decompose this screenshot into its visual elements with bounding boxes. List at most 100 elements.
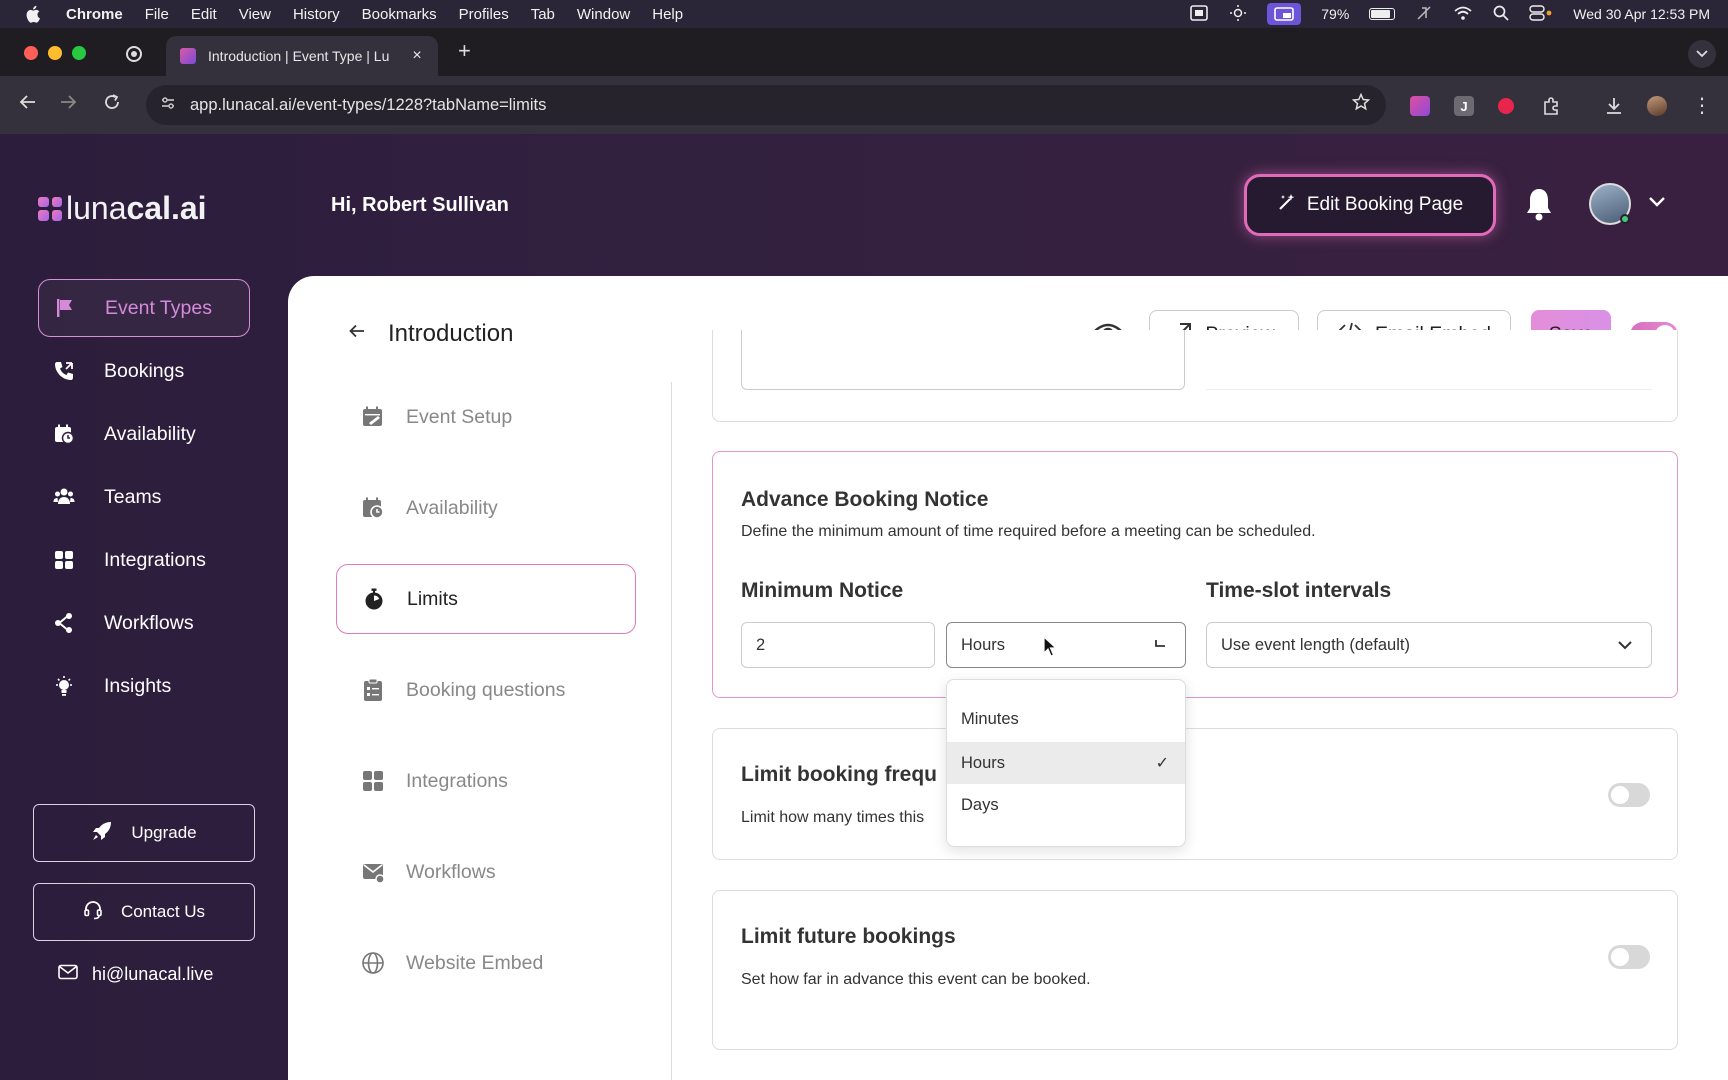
- extensions-puzzle-icon[interactable]: [1541, 96, 1561, 116]
- menu-file[interactable]: File: [145, 6, 169, 23]
- subnav-label: Limits: [407, 587, 458, 610]
- limit-future-bookings-card: Limit future bookings Set how far in adv…: [712, 890, 1678, 1050]
- dropdown-option-days[interactable]: Days: [947, 784, 1185, 826]
- notice-unit-select[interactable]: Hours: [946, 622, 1186, 668]
- subnav-item-booking-questions[interactable]: Booking questions: [336, 655, 636, 725]
- limit-future-toggle[interactable]: [1608, 945, 1650, 969]
- menu-app-name[interactable]: Chrome: [66, 6, 123, 23]
- checkmark-icon: ✓: [1155, 755, 1169, 772]
- sidebar-item-event-types[interactable]: Event Types: [38, 279, 250, 337]
- reload-icon[interactable]: [102, 92, 122, 117]
- rocket-icon: [91, 820, 113, 847]
- menu-view[interactable]: View: [239, 6, 271, 23]
- logo-text-light: luna: [66, 190, 127, 226]
- menu-bookmarks[interactable]: Bookmarks: [362, 6, 437, 23]
- mouse-pointer-icon: [1043, 635, 1058, 658]
- phone-icon: [52, 359, 76, 383]
- upgrade-button[interactable]: Upgrade: [33, 804, 255, 862]
- notice-unit-value: Hours: [961, 635, 1006, 654]
- spotlight-search-icon[interactable]: [1493, 5, 1509, 24]
- browser-tab-strip: Introduction | Event Type | Lu ×: [0, 28, 1728, 76]
- logo-text-bold: cal.ai: [126, 190, 207, 226]
- site-settings-icon[interactable]: [160, 95, 176, 115]
- notifications-bell-icon[interactable]: [1524, 186, 1554, 222]
- lunacal-extension-icon[interactable]: [1410, 96, 1430, 116]
- chevron-down-icon: [1617, 638, 1633, 655]
- back-icon[interactable]: [18, 92, 38, 117]
- grid-icon: [52, 548, 76, 572]
- back-arrow-icon[interactable]: [348, 322, 366, 346]
- subnav-item-website-embed[interactable]: Website Embed: [336, 928, 636, 998]
- minimize-window-icon[interactable]: [48, 46, 62, 60]
- forward-icon[interactable]: [58, 92, 78, 117]
- j-extension-icon[interactable]: J: [1454, 96, 1474, 116]
- sidebar-item-workflows[interactable]: Workflows: [38, 594, 250, 652]
- sidebar-item-insights[interactable]: Insights: [38, 657, 250, 715]
- edit-booking-page-button[interactable]: Edit Booking Page: [1244, 174, 1496, 236]
- profile-avatar-icon[interactable]: [1647, 96, 1667, 116]
- bookmark-star-icon[interactable]: [1351, 92, 1371, 117]
- control-center-icon[interactable]: [1529, 4, 1553, 24]
- battery-icon[interactable]: [1369, 8, 1396, 20]
- new-tab-button[interactable]: +: [458, 38, 471, 64]
- dropdown-option-hours[interactable]: Hours ✓: [947, 742, 1185, 784]
- screen-mirror-icon[interactable]: [1189, 4, 1209, 25]
- address-bar[interactable]: app.lunacal.ai/event-types/1228?tabName=…: [146, 85, 1386, 125]
- mute-icon[interactable]: [1415, 4, 1433, 25]
- minimum-notice-input[interactable]: 2: [741, 622, 935, 668]
- url-text[interactable]: app.lunacal.ai/event-types/1228?tabName=…: [190, 96, 546, 115]
- previous-input-field[interactable]: [741, 330, 1185, 390]
- menu-edit[interactable]: Edit: [191, 6, 217, 23]
- chrome-menu-icon[interactable]: ⋮: [1692, 96, 1712, 116]
- menu-profiles[interactable]: Profiles: [459, 6, 509, 23]
- tab-close-icon[interactable]: ×: [406, 47, 428, 65]
- dropdown-option-label: Days: [961, 795, 999, 814]
- record-extension-icon[interactable]: [1498, 98, 1514, 114]
- subnav-item-integrations[interactable]: Integrations: [336, 746, 636, 816]
- sidebar-item-label: Workflows: [104, 611, 194, 634]
- subnav-label: Website Embed: [406, 951, 544, 974]
- previous-settings-card: [712, 330, 1678, 422]
- sidebar-item-integrations[interactable]: Integrations: [38, 531, 250, 589]
- chevron-down-icon[interactable]: [1648, 192, 1666, 213]
- browser-tab-active[interactable]: Introduction | Event Type | Lu ×: [166, 36, 438, 76]
- subnav-item-availability[interactable]: Availability: [336, 473, 636, 543]
- menu-window[interactable]: Window: [577, 6, 630, 23]
- maximize-window-icon[interactable]: [72, 46, 86, 60]
- contact-us-button[interactable]: Contact Us: [33, 883, 255, 941]
- support-email-link[interactable]: hi@lunacal.live: [58, 964, 213, 985]
- limit-future-description: Set how far in advance this event can be…: [741, 971, 1091, 988]
- menu-tab[interactable]: Tab: [531, 6, 555, 23]
- screen-share-icon[interactable]: [1267, 3, 1302, 25]
- subnav-item-event-setup[interactable]: Event Setup: [336, 382, 636, 452]
- recording-icon[interactable]: [126, 46, 142, 62]
- menu-help[interactable]: Help: [652, 6, 683, 23]
- sidebar-item-teams[interactable]: Teams: [38, 468, 250, 526]
- browser-toolbar: app.lunacal.ai/event-types/1228?tabName=…: [0, 76, 1728, 134]
- apple-icon[interactable]: [24, 4, 44, 24]
- limit-frequency-toggle[interactable]: [1608, 783, 1650, 807]
- brightness-icon[interactable]: [1229, 4, 1247, 25]
- dropdown-option-minutes[interactable]: Minutes: [947, 698, 1185, 740]
- sidebar-item-availability[interactable]: Availability: [38, 405, 250, 463]
- tab-search-icon[interactable]: [1688, 40, 1716, 68]
- subnav-item-workflows[interactable]: Workflows: [336, 837, 636, 907]
- globe-icon: [360, 950, 386, 976]
- timeslot-intervals-select[interactable]: Use event length (default): [1206, 622, 1652, 668]
- previous-input-field-right[interactable]: [1206, 330, 1652, 390]
- sidebar-item-bookings[interactable]: Bookings: [38, 342, 250, 400]
- sidebar-item-label: Integrations: [104, 548, 206, 571]
- menu-history[interactable]: History: [293, 6, 340, 23]
- subnav-label: Integrations: [406, 769, 508, 792]
- menubar-clock[interactable]: Wed 30 Apr 12:53 PM: [1573, 6, 1710, 22]
- sidebar-item-label: Availability: [104, 422, 196, 445]
- download-icon[interactable]: [1604, 96, 1624, 116]
- wifi-icon[interactable]: [1453, 5, 1473, 24]
- dropdown-option-label: Minutes: [961, 709, 1019, 728]
- lunacal-logo[interactable]: luna cal.ai: [38, 190, 207, 227]
- users-icon: [52, 485, 76, 509]
- close-window-icon[interactable]: [24, 46, 38, 60]
- subnav-item-limits[interactable]: Limits: [336, 564, 636, 634]
- favicon-icon: [180, 48, 196, 64]
- calendar-clock-icon: [52, 422, 76, 446]
